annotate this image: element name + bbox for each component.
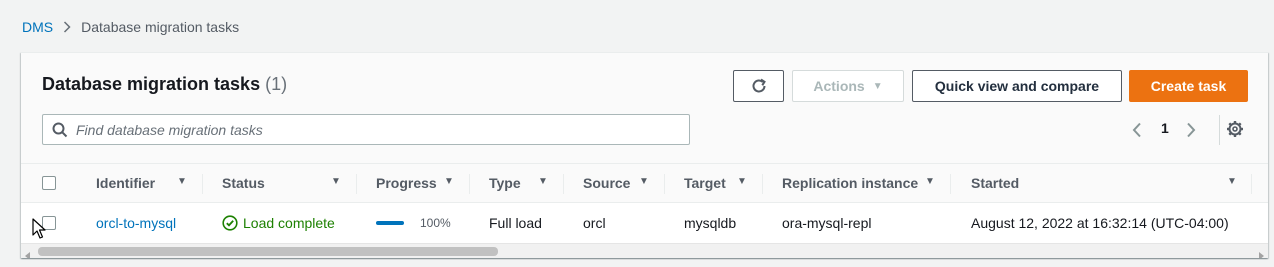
horizontal-scrollbar[interactable] <box>21 243 1268 258</box>
column-divider[interactable] <box>664 174 665 194</box>
pagination-divider <box>1219 115 1220 145</box>
page-title: Database migration tasks (1) <box>42 74 287 95</box>
type-cell: Full load <box>489 215 542 231</box>
column-divider[interactable] <box>356 174 357 194</box>
actions-dropdown[interactable]: Actions ▼ <box>792 70 904 102</box>
gear-icon[interactable] <box>1226 120 1244 138</box>
breadcrumb-dms-link[interactable]: DMS <box>22 19 53 35</box>
table-header: Database migration tasks (1) Actions ▼ Q… <box>21 53 1268 163</box>
column-divider[interactable] <box>950 174 951 194</box>
check-circle-icon <box>222 215 238 231</box>
sort-caret-icon[interactable]: ▼ <box>444 176 454 187</box>
search-field[interactable] <box>42 114 690 145</box>
column-divider[interactable] <box>563 174 564 194</box>
previous-page-icon[interactable] <box>1131 120 1143 140</box>
task-count: (1) <box>265 74 288 94</box>
title-text: Database migration tasks <box>42 74 261 94</box>
quick-view-compare-button[interactable]: Quick view and compare <box>912 70 1122 102</box>
task-identifier-link[interactable]: orcl-to-mysql <box>96 203 176 243</box>
current-page-number[interactable]: 1 <box>1161 120 1169 136</box>
column-header-type[interactable]: Type <box>489 164 521 202</box>
sort-caret-icon[interactable]: ▼ <box>737 176 747 187</box>
sort-caret-icon[interactable]: ▼ <box>538 176 548 187</box>
create-task-button[interactable]: Create task <box>1129 70 1248 102</box>
mouse-cursor-icon <box>32 218 46 245</box>
caret-down-icon: ▼ <box>872 80 883 92</box>
sort-caret-icon[interactable]: ▼ <box>177 176 187 187</box>
progress-bar <box>376 221 404 225</box>
refresh-icon <box>750 77 768 95</box>
column-header-replication-instance[interactable]: Replication instance <box>782 164 918 202</box>
sort-caret-icon[interactable]: ▼ <box>925 176 935 187</box>
sort-caret-icon[interactable]: ▼ <box>1227 176 1237 187</box>
scroll-right-arrow-icon[interactable] <box>1258 247 1264 258</box>
tasks-table-container: Database migration tasks (1) Actions ▼ Q… <box>21 52 1268 258</box>
target-cell: mysqldb <box>684 215 737 231</box>
next-page-icon[interactable] <box>1185 120 1197 140</box>
chevron-right-icon <box>63 21 71 33</box>
progress-cell: 100% <box>376 203 451 243</box>
status-text: Load complete <box>243 215 335 231</box>
sort-caret-icon[interactable]: ▼ <box>331 176 341 187</box>
column-header-progress[interactable]: Progress <box>376 164 437 202</box>
scroll-left-arrow-icon[interactable] <box>25 247 31 258</box>
status-badge: Load complete <box>222 203 335 243</box>
column-header-identifier[interactable]: Identifier <box>96 164 155 202</box>
column-header-status[interactable]: Status <box>222 164 265 202</box>
search-input[interactable] <box>76 121 666 138</box>
refresh-button[interactable] <box>733 70 784 102</box>
scrollbar-thumb[interactable] <box>38 247 498 256</box>
column-divider[interactable] <box>1251 174 1252 194</box>
column-header-target[interactable]: Target <box>684 164 726 202</box>
progress-value: 100% <box>420 216 451 230</box>
started-cell: August 12, 2022 at 16:32:14 (UTC-04:00) <box>971 215 1229 231</box>
sort-caret-icon[interactable]: ▼ <box>639 176 649 187</box>
actions-label: Actions <box>813 78 865 94</box>
column-divider[interactable] <box>469 174 470 194</box>
column-divider[interactable] <box>762 174 763 194</box>
replication-instance-cell: ora-mysql-repl <box>782 215 872 231</box>
column-divider[interactable] <box>202 174 203 194</box>
select-all-checkbox[interactable] <box>42 176 56 190</box>
table-header-row: Identifier ▼ Status ▼ Progress ▼ Type ▼ … <box>21 163 1268 203</box>
column-header-started[interactable]: Started <box>971 164 1019 202</box>
source-cell: orcl <box>583 215 606 231</box>
breadcrumb: DMS Database migration tasks <box>22 18 239 36</box>
search-icon <box>52 122 68 138</box>
column-header-source[interactable]: Source <box>583 164 630 202</box>
breadcrumb-current: Database migration tasks <box>81 19 240 35</box>
table-row[interactable]: orcl-to-mysql Load complete 100% Full lo… <box>21 203 1268 243</box>
